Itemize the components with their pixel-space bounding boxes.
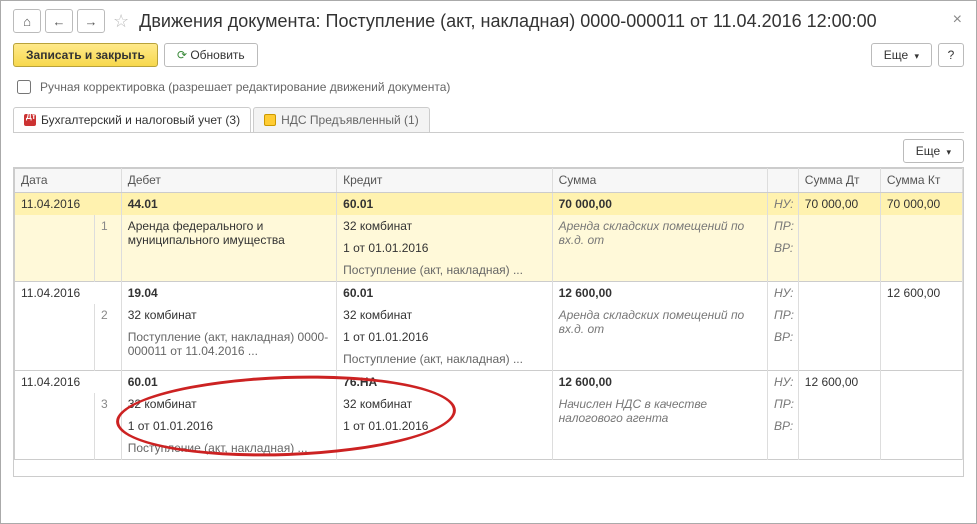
cell-credit-sub: 32 комбинат [337,304,552,326]
cell-sum-dt [798,282,880,305]
cell-debit-acc: 44.01 [121,193,336,216]
back-button[interactable]: ← [45,9,73,33]
refresh-label: Обновить [190,48,244,62]
cell-credit-acc: 60.01 [337,193,552,216]
refresh-button[interactable]: ⟳ Обновить [164,43,258,67]
cell-credit-sub: 1 от 01.01.2016 [337,237,552,259]
star-icon[interactable]: ☆ [113,11,129,32]
table-row[interactable]: Поступление (акт, накладная) ... [15,259,963,282]
home-icon: ⌂ [23,14,31,29]
postings-table-container: Дата Дебет Кредит Сумма Сумма Дт Сумма К… [13,167,964,477]
cell-idx: 1 [95,215,122,237]
col-date[interactable]: Дата [15,169,122,193]
cell-label: НУ: [768,193,799,216]
cell-date: 11.04.2016 [15,282,122,305]
cell-idx: 3 [95,393,122,415]
table-row[interactable]: 11.04.2016 60.01 76.НА 12 600,00 НУ: 12 … [15,371,963,394]
cell-sum-dt: 12 600,00 [798,371,880,394]
more-button[interactable]: Еще ▾ [871,43,932,67]
grid-more-label: Еще [916,144,940,158]
close-button[interactable]: × [953,11,962,29]
cell-credit-sub: 1 от 01.01.2016 [337,326,552,348]
cell-debit-sub: 32 комбинат [121,393,336,415]
cell-debit-sub: Поступление (акт, накладная) ... [121,437,336,460]
close-icon: × [953,11,962,28]
table-row[interactable]: 11.04.2016 44.01 60.01 70 000,00 НУ: 70 … [15,193,963,216]
manual-correction-label: Ручная корректировка (разрешает редактир… [40,80,450,94]
refresh-icon: ⟳ [177,48,187,62]
col-sum[interactable]: Сумма [552,169,767,193]
cell-idx: 2 [95,304,122,326]
cell-credit-acc: 60.01 [337,282,552,305]
cell-date: 11.04.2016 [15,371,122,394]
cell-desc: Начислен НДС в качестве налогового агент… [552,393,767,437]
cell-debit-acc: 60.01 [121,371,336,394]
col-sum-kt[interactable]: Сумма Кт [880,169,962,193]
chevron-down-icon: ▾ [946,147,951,157]
tab-accounting[interactable]: Дт Бухгалтерский и налоговый учет (3) [13,107,251,132]
tab-vat[interactable]: НДС Предъявленный (1) [253,107,430,132]
arrow-left-icon: ← [53,14,66,29]
table-header-row: Дата Дебет Кредит Сумма Сумма Дт Сумма К… [15,169,963,193]
cell-debit-sub: Поступление (акт, накладная) 0000-000011… [121,326,336,371]
cell-credit-sub: 32 комбинат [337,393,552,415]
cell-sum: 12 600,00 [552,282,767,305]
manual-correction-checkbox[interactable] [17,80,31,94]
cell-label: ПР: [768,393,799,415]
forward-button[interactable]: → [77,9,105,33]
col-nk[interactable] [768,169,799,193]
cell-credit-sub: Поступление (акт, накладная) ... [337,348,552,371]
home-button[interactable]: ⌂ [13,9,41,33]
cell-debit-sub: 1 от 01.01.2016 [121,415,336,437]
tab-vat-label: НДС Предъявленный (1) [281,113,419,127]
table-row[interactable]: 1 Аренда федерального и муниципального и… [15,215,963,237]
col-credit[interactable]: Кредит [337,169,552,193]
cell-sum: 70 000,00 [552,193,767,216]
table-row[interactable]: 2 32 комбинат 32 комбинат Аренда складск… [15,304,963,326]
table-row[interactable]: Поступление (акт, накладная) 0000-000011… [15,326,963,348]
col-sum-dt[interactable]: Сумма Дт [798,169,880,193]
save-and-close-button[interactable]: Записать и закрыть [13,43,158,67]
grid-more-button[interactable]: Еще ▾ [903,139,964,163]
register-icon [264,114,276,126]
cell-label: НУ: [768,371,799,394]
table-row[interactable]: 11.04.2016 19.04 60.01 12 600,00 НУ: 12 … [15,282,963,305]
cell-credit-sub: 1 от 01.01.2016 [337,415,552,437]
cell-sum-kt [880,371,962,394]
accounting-icon: Дт [24,114,36,126]
cell-label: ВР: [768,237,799,259]
cell-debit-sub: 32 комбинат [121,304,336,326]
chevron-down-icon: ▾ [914,51,919,61]
cell-sum-kt: 70 000,00 [880,193,962,216]
postings-table: Дата Дебет Кредит Сумма Сумма Дт Сумма К… [14,168,963,460]
cell-label: ПР: [768,215,799,237]
cell-label: ПР: [768,304,799,326]
tab-accounting-label: Бухгалтерский и налоговый учет (3) [41,113,240,127]
table-row[interactable]: 3 32 комбинат 32 комбинат Начислен НДС в… [15,393,963,415]
table-row[interactable]: Поступление (акт, накладная) ... [15,437,963,460]
cell-desc: Аренда складских помещений по вх.д. от [552,304,767,348]
cell-sum: 12 600,00 [552,371,767,394]
cell-credit-acc: 76.НА [337,371,552,394]
col-debit[interactable]: Дебет [121,169,336,193]
cell-sum-kt: 12 600,00 [880,282,962,305]
more-label: Еще [884,48,908,62]
cell-credit-sub: Поступление (акт, накладная) ... [337,259,552,282]
cell-desc: Аренда складских помещений по вх.д. от [552,215,767,259]
cell-debit-sub: Аренда федерального и муниципального иму… [121,215,336,259]
table-row[interactable]: 1 от 01.01.2016 1 от 01.01.2016 ВР: [15,415,963,437]
page-title: Движения документа: Поступление (акт, на… [139,11,877,32]
cell-sum-dt: 70 000,00 [798,193,880,216]
cell-debit-acc: 19.04 [121,282,336,305]
cell-label: НУ: [768,282,799,305]
help-button[interactable]: ? [938,43,964,67]
cell-credit-sub: 32 комбинат [337,215,552,237]
cell-label: ВР: [768,415,799,437]
arrow-right-icon: → [85,14,98,29]
cell-date: 11.04.2016 [15,193,122,216]
cell-label: ВР: [768,326,799,348]
